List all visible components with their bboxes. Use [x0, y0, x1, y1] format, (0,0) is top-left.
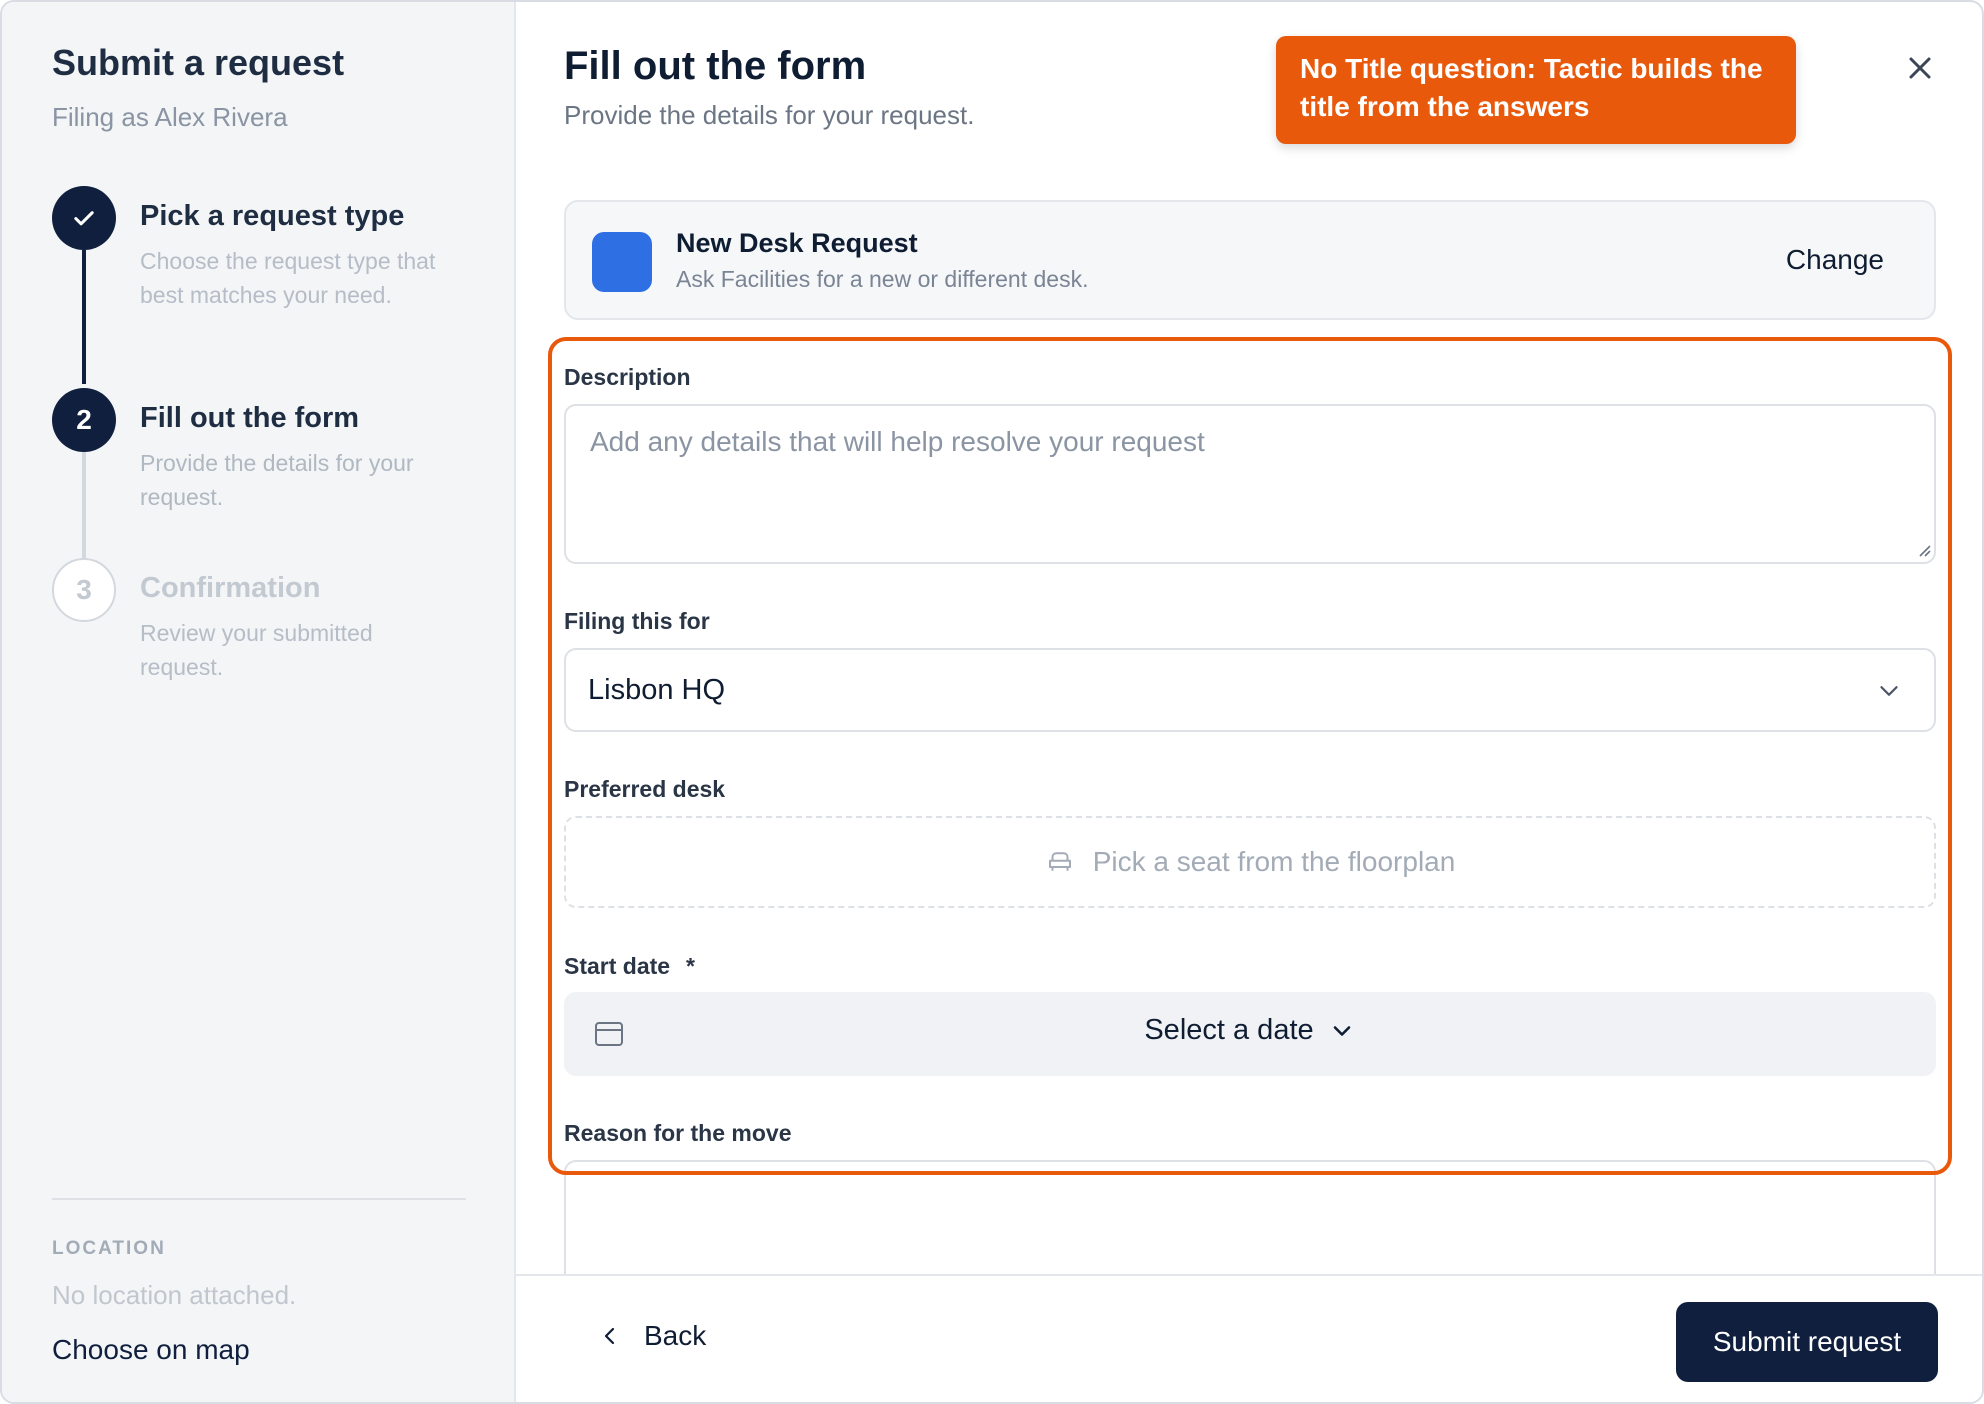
step-1-title: Pick a request type [140, 200, 405, 232]
request-dialog: Submit a request Filing as Alex Rivera P… [0, 0, 1984, 1404]
resize-grip-icon[interactable] [1914, 540, 1932, 558]
filing-for-select[interactable]: Lisbon HQ [564, 648, 1936, 732]
description-textarea[interactable] [564, 404, 1936, 564]
page-subtitle: Provide the details for your request. [564, 100, 975, 130]
date-picker-button[interactable]: Select a date [564, 992, 1936, 1076]
stepper-sidebar: Submit a request Filing as Alex Rivera P… [2, 2, 516, 1402]
sidebar-title: Submit a request [52, 42, 345, 83]
annotation-callout: No Title question: Tactic builds the tit… [1276, 36, 1796, 144]
seat-icon [1048, 852, 1071, 871]
choose-on-map-link[interactable]: Choose on map [52, 1334, 250, 1366]
step-2-description: Provide the details for your request. [140, 450, 414, 510]
seat-picker-button[interactable]: Pick a seat from the floorplan [564, 816, 1936, 908]
step-1-indicator [52, 186, 116, 250]
seat-picker-text: Pick a seat from the floorplan [1092, 846, 1456, 877]
reason-label: Reason for the move [564, 1120, 792, 1146]
form-footer: Back Submit request [516, 1274, 1982, 1402]
request-type-description: Ask Facilities for a new or different de… [676, 266, 1089, 292]
date-picker-text: Select a date [1144, 1014, 1314, 1046]
page-title: Fill out the form [564, 44, 867, 88]
location-empty-text: No location attached. [52, 1280, 297, 1310]
filing-for-value: Lisbon HQ [588, 674, 726, 706]
description-label: Description [564, 364, 691, 390]
step-3-title: Confirmation [140, 572, 321, 604]
preferred-desk-label: Preferred desk [564, 776, 726, 802]
request-type-color-swatch [592, 232, 652, 292]
required-indicator: * [686, 953, 695, 979]
date-picker-content: Select a date [564, 1014, 1936, 1047]
step-connector-1 [82, 250, 86, 384]
back-button[interactable]: Back [598, 1320, 706, 1352]
step-3-description: Review your submitted request. [140, 620, 373, 680]
chevron-down-icon [1880, 686, 1898, 696]
back-button-label: Back [644, 1320, 707, 1351]
step-connector-2 [82, 450, 86, 560]
sidebar-divider [52, 1198, 466, 1200]
step-2-title: Fill out the form [140, 402, 360, 434]
submit-request-button[interactable]: Submit request [1676, 1302, 1938, 1382]
change-request-type-button[interactable]: Change [1786, 244, 1884, 276]
filing-for-label: Filing this for [564, 608, 710, 634]
request-type-name: New Desk Request [676, 228, 918, 258]
check-icon [74, 211, 94, 226]
request-type-card: New Desk Request Ask Facilities for a ne… [564, 200, 1936, 320]
step-3-indicator: 3 [52, 558, 116, 622]
sidebar-subtitle: Filing as Alex Rivera [52, 102, 288, 132]
location-label: LOCATION [52, 1238, 166, 1259]
step-1-description: Choose the request type that best matche… [140, 248, 436, 308]
start-date-label: Start date [564, 953, 671, 979]
step-2-indicator: 2 [52, 388, 116, 452]
chevron-down-icon [1333, 1025, 1350, 1036]
close-icon[interactable] [1902, 50, 1938, 86]
chevron-left-icon [604, 1327, 615, 1345]
